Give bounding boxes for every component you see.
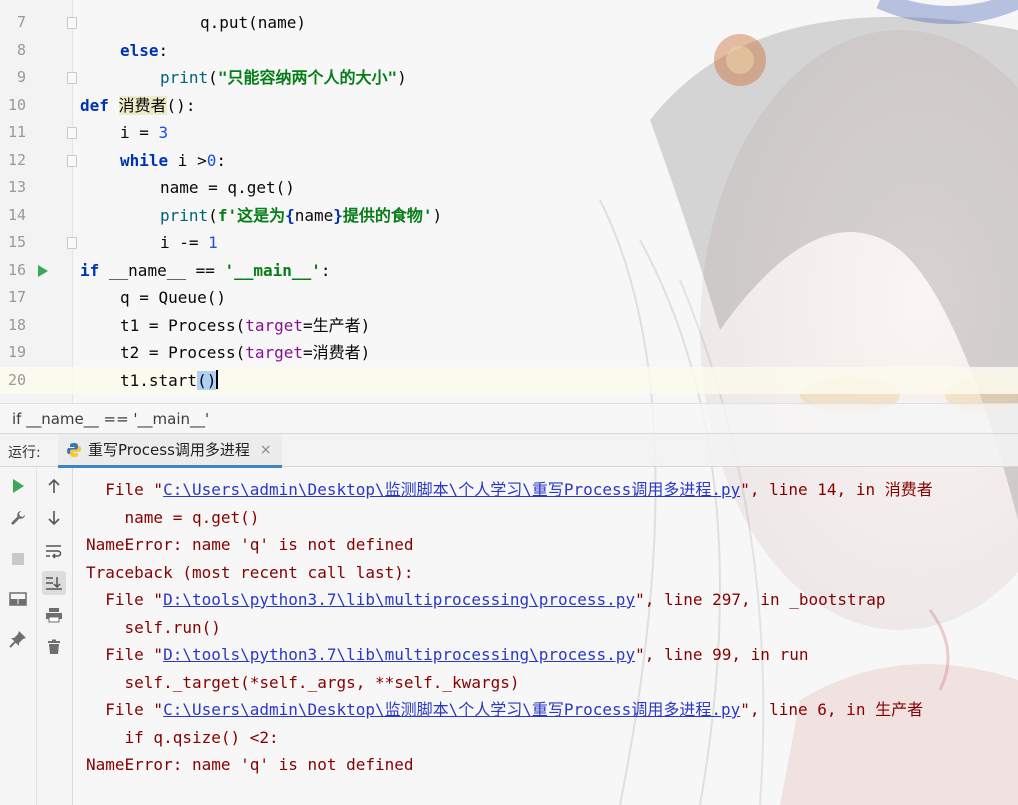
- code-text: t1.start(): [120, 369, 219, 390]
- file-link[interactable]: C:\Users\admin\Desktop\监测脚本\个人学习\重写Proce…: [163, 480, 740, 499]
- print-icon[interactable]: [42, 603, 66, 627]
- console-line: self._target(*self._args, **self._kwargs…: [86, 672, 520, 692]
- console-line: if q.qsize() <2:: [86, 727, 279, 747]
- line-number: 17: [7, 288, 26, 306]
- pin-icon[interactable]: [6, 627, 30, 651]
- code-text: while i >0:: [120, 150, 226, 170]
- code-text: def 消费者():: [80, 95, 196, 115]
- fold-marker-icon[interactable]: [67, 237, 77, 249]
- line-number: 18: [7, 315, 26, 334]
- code-text: print("只能容纳两个人的大小"): [160, 68, 407, 87]
- line-number: 12: [7, 150, 26, 169]
- run-toolbar-primary: [0, 466, 37, 805]
- code-line[interactable]: 11 i = 3: [0, 119, 1018, 147]
- code-line[interactable]: 17 q = Queue(): [0, 284, 1018, 312]
- code-line[interactable]: 9 print("只能容纳两个人的大小"): [0, 64, 1018, 92]
- code-text: q = Queue(): [120, 288, 226, 307]
- stop-icon[interactable]: [6, 547, 30, 571]
- line-number: 7: [16, 13, 26, 31]
- line-number: 10: [7, 95, 26, 114]
- run-label: 运行:: [8, 445, 41, 461]
- line-number: 16: [7, 260, 26, 279]
- code-line[interactable]: 20 t1.start(): [0, 366, 1018, 394]
- file-link[interactable]: D:\tools\python3.7\lib\multiprocessing\p…: [163, 590, 635, 609]
- fold-marker-icon[interactable]: [67, 127, 77, 139]
- scroll-to-end-icon[interactable]: [42, 571, 66, 595]
- fold-marker-icon[interactable]: [67, 154, 77, 167]
- wrench-icon[interactable]: [6, 506, 30, 530]
- code-text: q.put(name): [200, 13, 306, 32]
- line-number: 8: [16, 40, 26, 59]
- close-icon[interactable]: ×: [260, 442, 272, 458]
- code-text: i = 3: [120, 123, 169, 142]
- code-line[interactable]: 12 while i >0:: [0, 147, 1018, 175]
- code-text: else:: [120, 40, 169, 60]
- soft-wrap-icon[interactable]: [42, 539, 66, 563]
- layout-icon[interactable]: [6, 587, 30, 611]
- console-line: File "D:\tools\python3.7\lib\multiproces…: [86, 645, 809, 664]
- console-line: self.run(): [86, 617, 221, 637]
- code-text: if __name__ == '__main__':: [80, 260, 331, 280]
- console-line: NameError: name 'q' is not defined: [86, 535, 414, 554]
- run-gutter-icon[interactable]: [38, 264, 48, 277]
- code-line[interactable]: 13 name = q.get(): [0, 174, 1018, 202]
- breadcrumb-item[interactable]: if __name__ == '__main__': [12, 410, 209, 428]
- console-line: File "C:\Users\admin\Desktop\监测脚本\个人学习\重…: [86, 700, 924, 719]
- line-number: 11: [7, 123, 26, 141]
- file-link[interactable]: D:\tools\python3.7\lib\multiprocessing\p…: [163, 645, 635, 664]
- line-number: 14: [7, 205, 26, 224]
- console-line: NameError: name 'q' is not defined: [86, 755, 414, 774]
- code-line[interactable]: 19 t2 = Process(target=消费者): [0, 339, 1018, 367]
- console-line: File "D:\tools\python3.7\lib\multiproces…: [86, 590, 886, 609]
- console-line: name = q.get(): [86, 507, 260, 527]
- code-line[interactable]: 16 if __name__ == '__main__':: [0, 257, 1018, 285]
- text-caret: [216, 369, 219, 389]
- run-toolbar-secondary: [37, 466, 73, 805]
- rerun-icon[interactable]: [6, 474, 30, 498]
- run-console[interactable]: File "C:\Users\admin\Desktop\监测脚本\个人学习\重…: [0, 466, 1018, 805]
- breadcrumb[interactable]: if __name__ == '__main__': [0, 403, 1018, 434]
- code-line[interactable]: 7 q.put(name): [0, 9, 1018, 37]
- python-icon: [66, 442, 82, 458]
- code-line[interactable]: 8 else:: [0, 37, 1018, 65]
- code-line[interactable]: 10 def 消费者():: [0, 92, 1018, 120]
- console-line: Traceback (most recent call last):: [86, 562, 414, 582]
- code-line[interactable]: 18 t1 = Process(target=生产者): [0, 312, 1018, 340]
- fold-marker-icon[interactable]: [67, 72, 77, 84]
- line-number: 9: [16, 68, 26, 86]
- line-number: 19: [7, 343, 26, 361]
- arrow-down-icon[interactable]: [42, 506, 66, 530]
- code-text: name = q.get(): [160, 178, 295, 197]
- console-line: File "C:\Users\admin\Desktop\监测脚本\个人学习\重…: [86, 480, 933, 499]
- arrow-up-icon[interactable]: [42, 474, 66, 498]
- run-tab[interactable]: 重写Process调用多进程 ×: [58, 434, 282, 468]
- run-tab-title: 重写Process调用多进程: [88, 441, 250, 459]
- code-text: print(f'这是为{name}提供的食物'): [160, 205, 443, 225]
- file-link[interactable]: C:\Users\admin\Desktop\监测脚本\个人学习\重写Proce…: [163, 700, 740, 719]
- code-text: t2 = Process(target=消费者): [120, 343, 371, 362]
- line-number: 20: [7, 370, 26, 389]
- line-number: 15: [7, 233, 26, 251]
- code-text: t1 = Process(target=生产者): [120, 315, 371, 335]
- code-text: i -= 1: [160, 233, 218, 252]
- line-number: 13: [7, 178, 26, 196]
- code-editor[interactable]: 7 q.put(name) 8 else: 9 print("只能容纳两个人的大小") 10…: [0, 0, 1018, 403]
- fold-marker-icon[interactable]: [67, 17, 77, 29]
- run-tool-window-header: 运行: 重写Process调用多进程 ×: [0, 433, 1018, 468]
- code-line[interactable]: 14 print(f'这是为{name}提供的食物'): [0, 202, 1018, 230]
- code-line[interactable]: 15 i -= 1: [0, 229, 1018, 257]
- trash-icon[interactable]: [42, 635, 66, 659]
